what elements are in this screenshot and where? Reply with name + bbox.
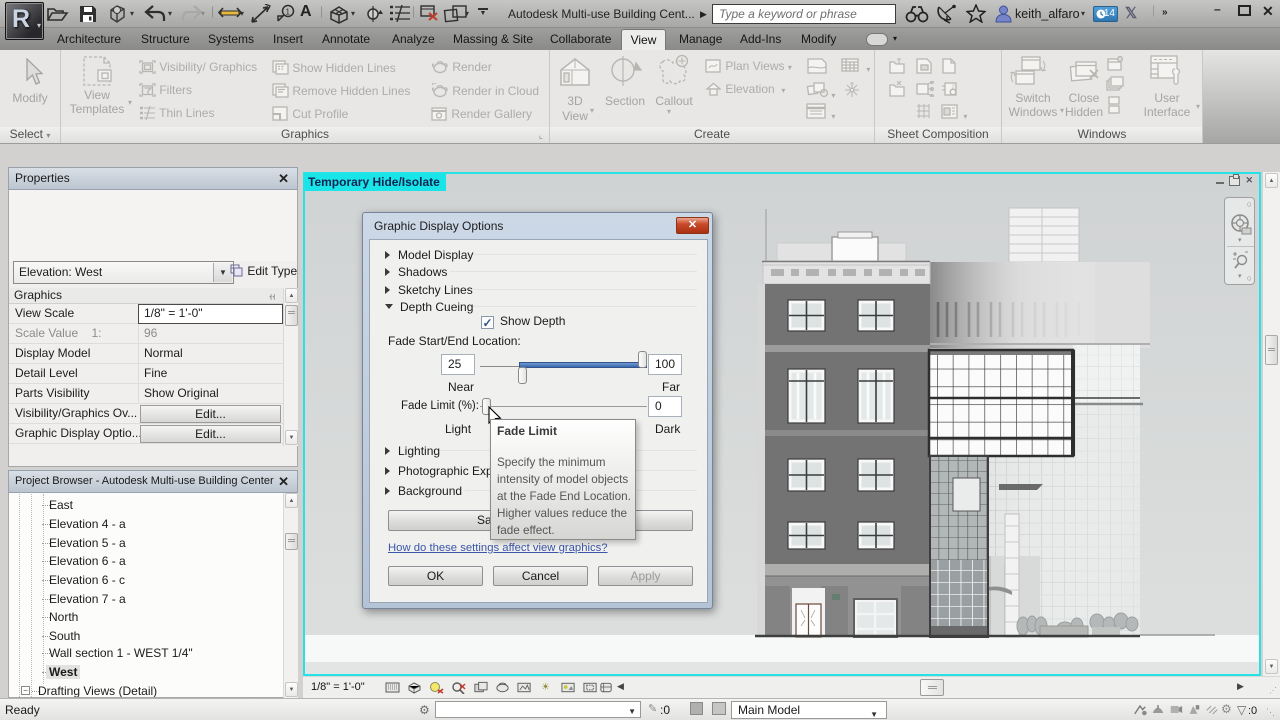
svg-text:1: 1: [286, 8, 291, 17]
